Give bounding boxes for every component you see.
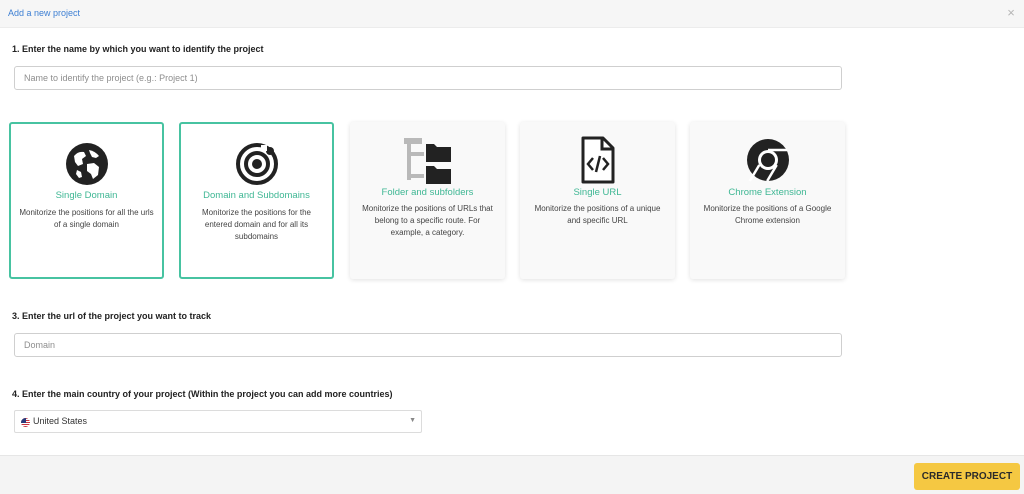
chrome-icon bbox=[746, 139, 789, 182]
card-description: Monitorize the positions of a unique and… bbox=[534, 204, 661, 225]
domain-input[interactable] bbox=[14, 333, 842, 357]
orbit-icon bbox=[235, 143, 278, 185]
card-single-url[interactable]: Single URL Monitorize the positions of a… bbox=[520, 122, 675, 279]
card-title: Domain and Subdomains bbox=[203, 190, 310, 201]
card-title: Single URL bbox=[573, 187, 622, 198]
selected-country: United States bbox=[33, 416, 88, 426]
card-description: Monitorize the positions of a Google Chr… bbox=[703, 204, 832, 225]
globe-icon bbox=[65, 143, 108, 185]
card-folder-subfolders[interactable]: Folder and subfolders Monitorize the pos… bbox=[350, 122, 505, 279]
modal-title: Add a new project bbox=[8, 8, 81, 18]
file-code-icon bbox=[581, 136, 614, 184]
country-select[interactable]: United States ▼ bbox=[14, 410, 422, 433]
card-description: Monitorize the positions for the entered… bbox=[202, 208, 311, 241]
card-title: Chrome Extension bbox=[728, 187, 807, 198]
us-flag-icon bbox=[21, 418, 30, 427]
step1-label: 1. Enter the name by which you want to i… bbox=[12, 44, 264, 54]
modal-footer: CREATE PROJECT bbox=[0, 455, 1024, 494]
card-domain-subdomains[interactable]: Domain and Subdomains Monitorize the pos… bbox=[179, 122, 334, 279]
card-description: Monitorize the positions for all the url… bbox=[19, 208, 154, 229]
card-single-domain[interactable]: Single Domain Monitorize the positions f… bbox=[9, 122, 164, 279]
close-icon[interactable]: × bbox=[1004, 6, 1018, 20]
card-description: Monitorize the positions of URLs that be… bbox=[362, 204, 493, 237]
step4-label: 4. Enter the main country of your projec… bbox=[12, 389, 393, 399]
card-title: Single Domain bbox=[55, 190, 118, 201]
create-project-button[interactable]: CREATE PROJECT bbox=[914, 463, 1020, 490]
modal-header: Add a new project × bbox=[0, 0, 1024, 28]
card-chrome-extension[interactable]: Chrome Extension Monitorize the position… bbox=[690, 122, 845, 279]
folder-tree-icon bbox=[403, 138, 451, 184]
chevron-down-icon: ▼ bbox=[409, 417, 416, 424]
card-title: Folder and subfolders bbox=[381, 187, 474, 198]
project-name-input[interactable] bbox=[14, 66, 842, 90]
step3-label: 3. Enter the url of the project you want… bbox=[12, 311, 212, 321]
